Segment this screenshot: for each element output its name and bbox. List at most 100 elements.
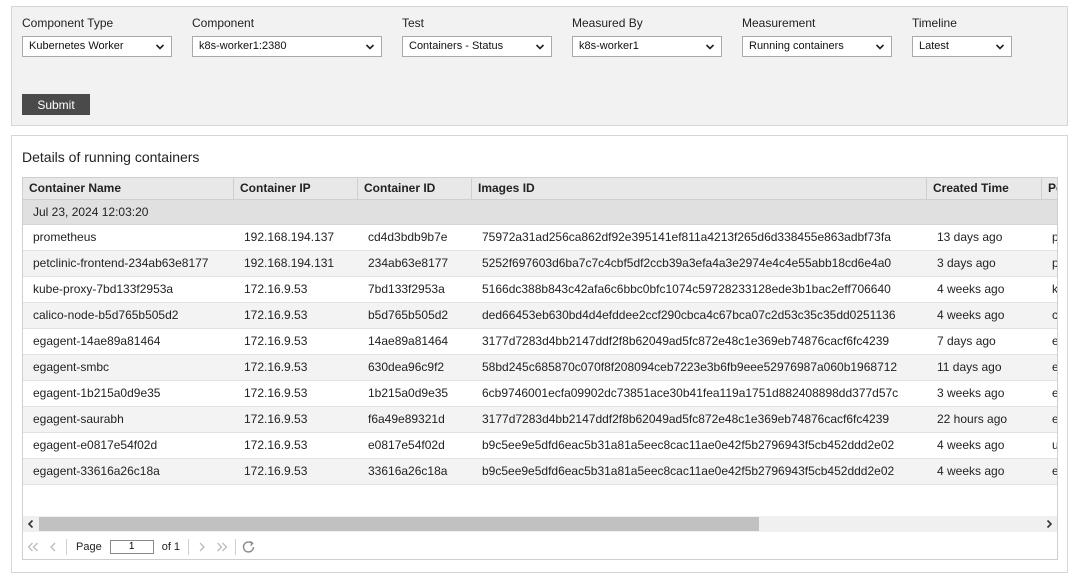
cell-container-name: petclinic-frontend-234ab63e8177 — [33, 256, 209, 270]
timeline-value: Latest — [919, 40, 949, 52]
table-row[interactable]: egagent-saurabh 172.16.9.53 f6a49e89321d 31… — [23, 407, 1057, 433]
cell-container-ip: 172.16.9.53 — [244, 412, 308, 426]
table-row[interactable]: egagent-14ae89a81464 172.16.9.53 14ae89a81… — [23, 329, 1057, 355]
cell-po: e — [1042, 329, 1057, 354]
table-row[interactable]: petclinic-frontend-234ab63e8177 192.168.1… — [23, 251, 1057, 277]
last-page-button[interactable] — [212, 537, 232, 557]
col-header-po[interactable]: Po — [1042, 178, 1057, 199]
next-page-button[interactable] — [192, 537, 212, 557]
cell-container-name: kube-proxy-7bd133f2953a — [33, 282, 174, 296]
col-header-images-id[interactable]: Images ID — [472, 178, 927, 199]
cell-container-id: 14ae89a81464 — [368, 334, 449, 348]
cell-images-id: 58bd245c685870c070f8f208094ceb7223e3b6fb… — [482, 360, 898, 374]
refresh-icon — [242, 540, 255, 553]
col-header-created-time[interactable]: Created Time — [927, 178, 1042, 199]
cell-container-ip: 172.16.9.53 — [244, 308, 308, 322]
cell-images-id: 75972a31ad256ca862df92e395141ef811a4213f… — [482, 230, 891, 244]
table-row[interactable]: egagent-e0817e54f02d 172.16.9.53 e0817e54f… — [23, 433, 1057, 459]
cell-container-name: egagent-smbc — [33, 360, 110, 374]
refresh-button[interactable] — [239, 537, 259, 557]
cell-container-id: f6a49e89321d — [368, 412, 445, 426]
cell-po: e — [1042, 355, 1057, 380]
table-row[interactable]: prometheus 192.168.194.137 cd4d3bdb9b7e 759… — [23, 225, 1057, 251]
cell-created-time: 4 weeks ago — [937, 464, 1005, 478]
component-field: Component k8s-worker1:2380 — [192, 15, 382, 57]
scrollbar-thumb[interactable] — [39, 517, 759, 531]
cell-container-ip: 172.16.9.53 — [244, 360, 308, 374]
measurement-label: Measurement — [742, 16, 816, 30]
cell-container-id: 234ab63e8177 — [368, 256, 449, 270]
cell-container-ip: 172.16.9.53 — [244, 334, 308, 348]
cell-container-name: prometheus — [33, 230, 97, 244]
prev-page-icon — [50, 542, 56, 551]
prev-page-button[interactable] — [43, 537, 63, 557]
col-header-container-name[interactable]: Container Name — [23, 178, 234, 199]
cell-container-id: 630dea96c9f2 — [368, 360, 445, 374]
cell-container-name: egagent-33616a26c18a — [33, 464, 160, 478]
cell-created-time: 22 hours ago — [937, 412, 1008, 426]
component-select[interactable]: k8s-worker1:2380 — [192, 36, 382, 57]
chevron-down-icon — [535, 44, 545, 50]
measurement-value: Running containers — [749, 40, 844, 52]
test-label: Test — [402, 16, 425, 30]
measured-by-field: Measured By k8s-worker1 — [572, 15, 722, 57]
cell-created-time: 3 weeks ago — [937, 386, 1005, 400]
measured-by-label: Measured By — [572, 16, 643, 30]
cell-created-time: 4 weeks ago — [937, 282, 1005, 296]
scroll-right-icon[interactable] — [1044, 519, 1054, 529]
cell-po: u — [1042, 433, 1057, 458]
pager-divider — [235, 538, 237, 555]
cell-container-id: 33616a26c18a — [368, 464, 448, 478]
timeline-label: Timeline — [912, 16, 957, 30]
col-header-container-id[interactable]: Container ID — [358, 178, 472, 199]
group-row: Jul 23, 2024 12:03:20 — [23, 200, 1057, 225]
cell-created-time: 7 days ago — [937, 334, 996, 348]
details-panel: Details of running containers Container … — [11, 135, 1068, 573]
filter-panel: Component Type Kubernetes Worker Compone… — [11, 6, 1068, 126]
chevron-down-icon — [995, 44, 1005, 50]
cell-container-name: egagent-e0817e54f02d — [33, 438, 158, 452]
test-select[interactable]: Containers - Status — [402, 36, 552, 57]
chevron-down-icon — [155, 44, 165, 50]
cell-created-time: 3 days ago — [937, 256, 996, 270]
cell-po: p — [1042, 225, 1057, 250]
measurement-select[interactable]: Running containers — [742, 36, 892, 57]
submit-button[interactable]: Submit — [22, 94, 90, 115]
scroll-left-icon[interactable] — [26, 519, 36, 529]
table-row[interactable]: egagent-33616a26c18a 172.16.9.53 33616a26c… — [23, 459, 1057, 485]
col-header-container-ip[interactable]: Container IP — [234, 178, 358, 199]
table-row[interactable]: egagent-smbc 172.16.9.53 630dea96c9f2 58bd2… — [23, 355, 1057, 381]
component-label: Component — [192, 16, 255, 30]
cell-images-id: 3177d7283d4bb2147ddf2f8b62049ad5fc872e48… — [482, 412, 890, 426]
table-row[interactable]: kube-proxy-7bd133f2953a 172.16.9.53 7bd133… — [23, 277, 1057, 303]
cell-images-id: ded66453eb630bd4d4efddee2ccf290cbca4c67b… — [482, 308, 896, 322]
cell-images-id: b9c5ee9e5dfd6eac5b31a81a5eec8cac11ae0e42… — [482, 464, 895, 478]
table-row[interactable]: calico-node-b5d765b505d2 172.16.9.53 b5d76… — [23, 303, 1057, 329]
cell-created-time: 13 days ago — [937, 230, 1003, 244]
cell-po: e — [1042, 407, 1057, 432]
cell-container-ip: 172.16.9.53 — [244, 438, 308, 452]
page-label: Page — [76, 540, 102, 553]
cell-images-id: b9c5ee9e5dfd6eac5b31a81a5eec8cac11ae0e42… — [482, 438, 895, 452]
timeline-field: Timeline Latest — [912, 15, 1012, 57]
first-page-button[interactable] — [23, 537, 43, 557]
table-row[interactable]: egagent-1b215a0d9e35 172.16.9.53 1b215a0d9… — [23, 381, 1057, 407]
chevron-down-icon — [875, 44, 885, 50]
page-number-input[interactable] — [109, 539, 154, 554]
cell-container-id: 1b215a0d9e35 — [368, 386, 449, 400]
horizontal-scrollbar[interactable] — [23, 516, 1057, 532]
containers-grid: Container Name Container IP Container ID… — [22, 177, 1058, 560]
cell-created-time: 11 days ago — [937, 360, 1002, 374]
cell-container-id: cd4d3bdb9b7e — [368, 230, 448, 244]
timeline-select[interactable]: Latest — [912, 36, 1012, 57]
cell-container-name: egagent-saurabh — [33, 412, 124, 426]
cell-images-id: 6cb9746001ecfa09902dc73851ace30b41fea119… — [482, 386, 899, 400]
cell-po: p — [1042, 251, 1057, 276]
next-page-icon — [199, 542, 205, 551]
component-type-select[interactable]: Kubernetes Worker — [22, 36, 172, 57]
measured-by-select[interactable]: k8s-worker1 — [572, 36, 722, 57]
cell-container-id: 7bd133f2953a — [368, 282, 445, 296]
grid-rows: prometheus 192.168.194.137 cd4d3bdb9b7e 759… — [23, 225, 1057, 485]
cell-created-time: 4 weeks ago — [937, 308, 1005, 322]
cell-container-ip: 172.16.9.53 — [244, 282, 308, 296]
